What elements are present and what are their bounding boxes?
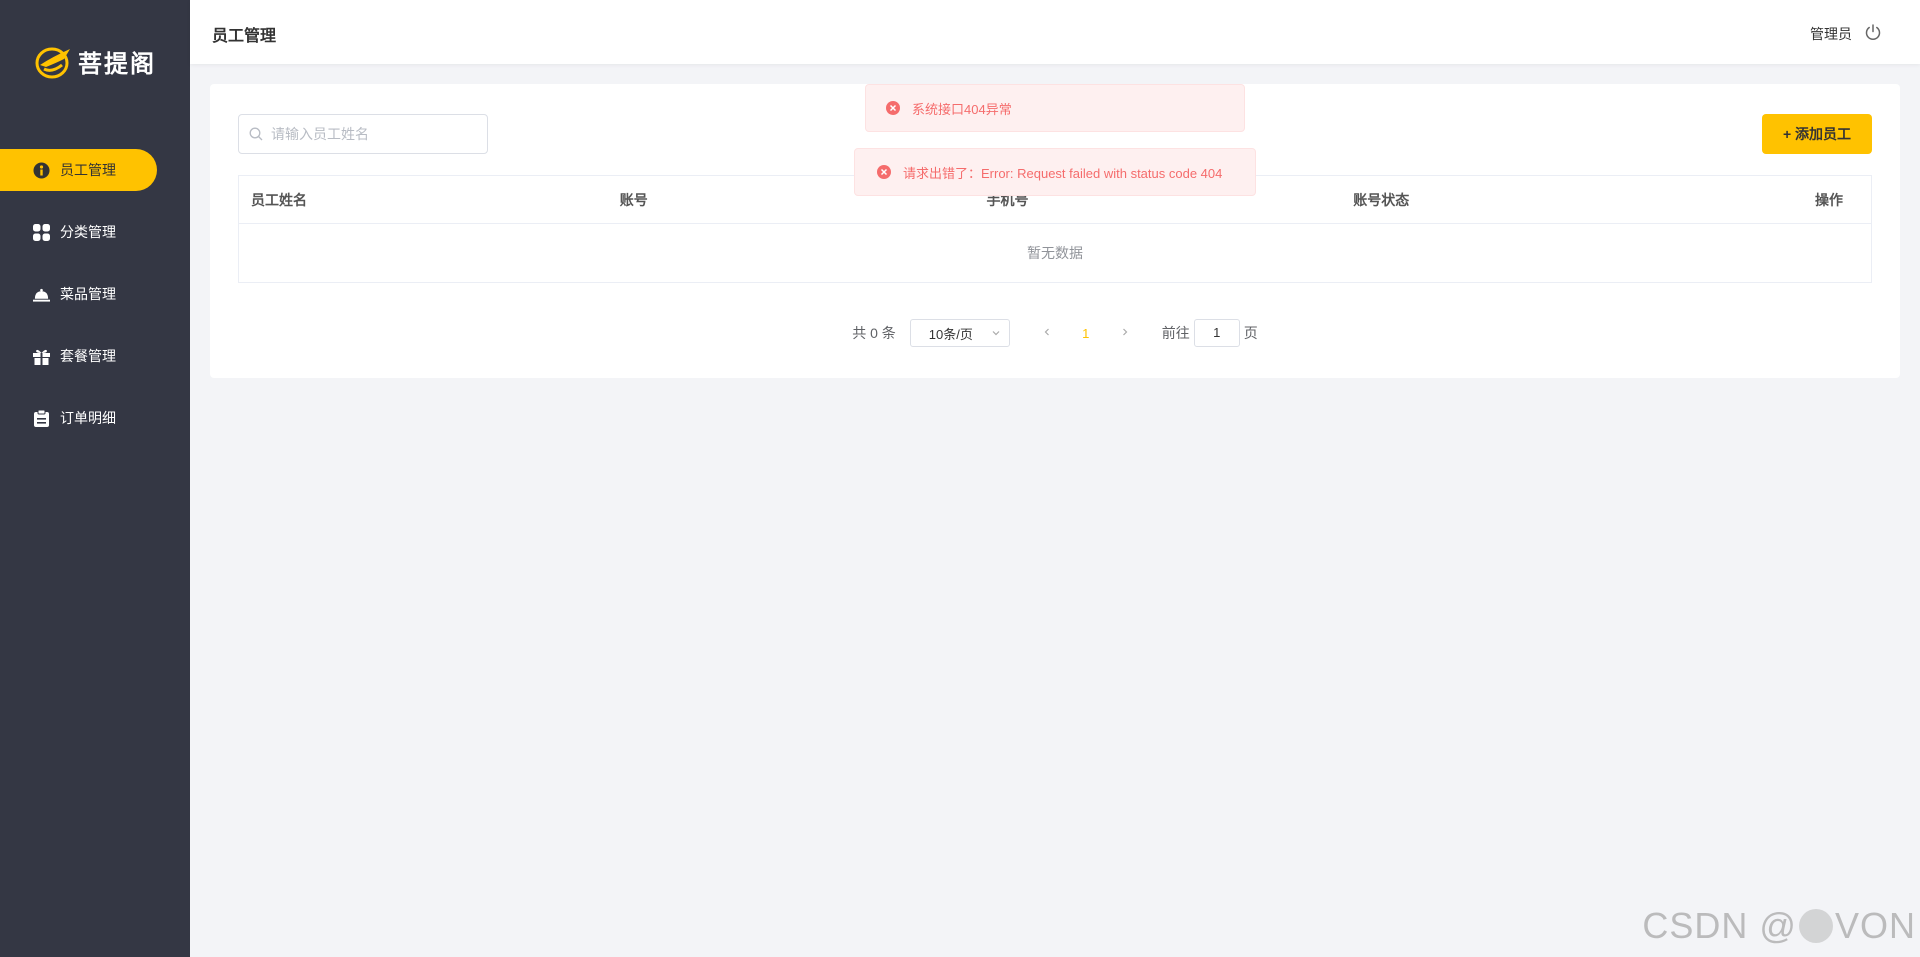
table-empty-text: 暂无数据	[1027, 245, 1083, 261]
sidebar-item-label: 订单明细	[60, 410, 116, 426]
error-circle-icon	[877, 165, 891, 179]
sidebar-item-label: 套餐管理	[60, 348, 116, 364]
watermark: CSDN @ VON	[1642, 905, 1916, 947]
top-header: 员工管理 管理员	[190, 0, 1920, 64]
page-size-value: 10条/页	[928, 326, 973, 342]
search-icon	[249, 127, 263, 141]
user-name[interactable]: 管理员	[1810, 24, 1852, 44]
prev-page-button[interactable]	[1032, 324, 1062, 342]
goto-page: 前往 1 页	[1162, 319, 1258, 347]
gift-icon	[33, 348, 50, 365]
page-title: 员工管理	[212, 28, 277, 45]
watermark-suffix: VON	[1834, 905, 1916, 946]
page-size-select[interactable]: 10条/页	[909, 319, 1010, 347]
pagination-total: 共 0 条	[852, 325, 896, 341]
add-employee-button[interactable]: + 添加员工	[1762, 114, 1872, 154]
dish-cloche-icon	[33, 286, 50, 303]
sidebar-item-label: 分类管理	[60, 224, 116, 240]
sidebar-item-employees[interactable]: 员工管理	[0, 149, 157, 191]
sidebar-item-label: 菜品管理	[60, 286, 116, 302]
toast-message: 系统接口404异常	[912, 101, 1012, 117]
sidebar-item-categories[interactable]: 分类管理	[0, 211, 190, 253]
sidebar-item-combos[interactable]: 套餐管理	[0, 335, 190, 377]
chevron-right-icon	[1122, 328, 1128, 336]
page-number-current[interactable]: 1	[1062, 326, 1110, 341]
pagination: 共 0 条 10条/页 1 前往 1 页	[210, 318, 1900, 348]
search-input[interactable]	[271, 126, 471, 142]
watermark-prefix: CSDN @	[1642, 905, 1797, 946]
chevron-down-icon	[992, 331, 1000, 336]
error-circle-icon	[886, 101, 900, 115]
column-header-actions[interactable]: 操作	[1761, 190, 1871, 210]
sidebar: 菩提阁 员工管理 分类管理 菜品管理 套餐管理 订单明细	[0, 0, 190, 957]
error-toast: 请求出错了：Error: Request failed with status …	[854, 148, 1256, 196]
category-grid-icon	[33, 223, 50, 241]
goto-suffix: 页	[1243, 325, 1258, 341]
sidebar-item-label: 员工管理	[60, 162, 116, 178]
chevron-left-icon	[1044, 328, 1049, 336]
employee-icon	[33, 162, 50, 179]
toast-message: 请求出错了：Error: Request failed with status …	[903, 165, 1223, 181]
brand-name: 菩提阁	[78, 50, 156, 78]
next-page-button[interactable]	[1110, 324, 1140, 342]
power-icon[interactable]	[1864, 23, 1882, 41]
sidebar-item-orders[interactable]: 订单明细	[0, 397, 190, 439]
column-header-name[interactable]: 员工姓名	[239, 190, 608, 210]
sidebar-menu: 员工管理 分类管理 菜品管理 套餐管理 订单明细	[0, 149, 190, 459]
column-header-status[interactable]: 账号状态	[1341, 190, 1761, 210]
search-box[interactable]	[238, 114, 488, 154]
sidebar-item-dishes[interactable]: 菜品管理	[0, 273, 190, 315]
logo: 菩提阁	[34, 44, 156, 79]
goto-prefix: 前往	[1161, 325, 1190, 341]
error-toast: 系统接口404异常	[865, 84, 1245, 132]
goto-page-input[interactable]: 1	[1193, 319, 1240, 347]
logo-mark-icon	[35, 47, 70, 78]
watermark-avatar	[1798, 909, 1833, 943]
clipboard-icon	[33, 409, 50, 427]
